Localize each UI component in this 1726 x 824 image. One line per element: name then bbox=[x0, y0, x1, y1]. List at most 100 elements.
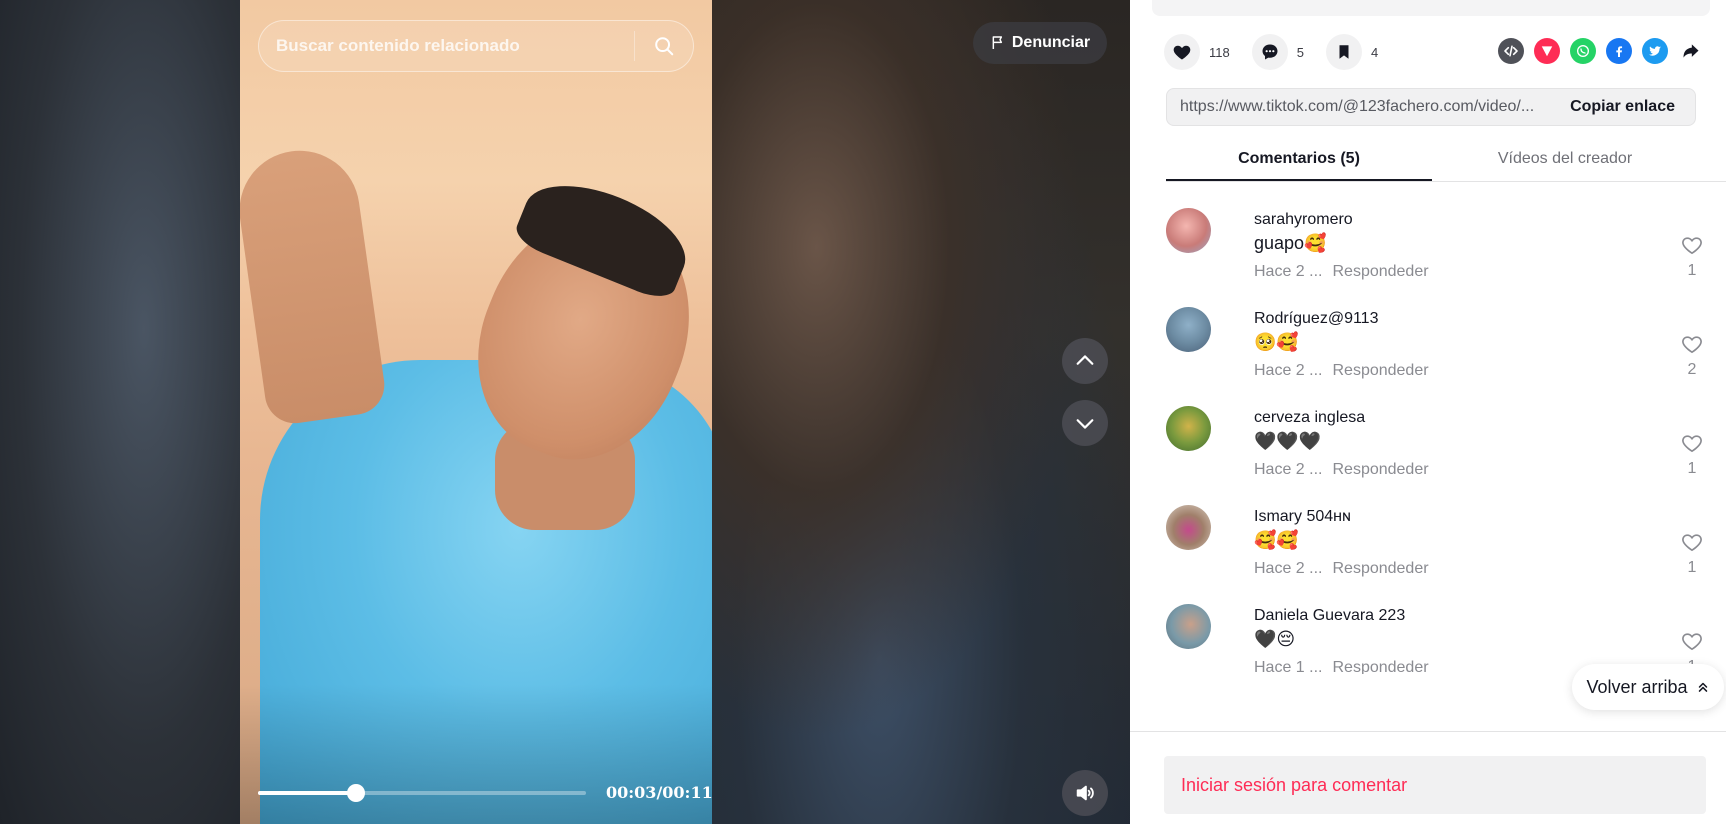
heart-outline-icon bbox=[1682, 633, 1702, 651]
comment-like-button[interactable]: 1 bbox=[1678, 235, 1706, 280]
search-input[interactable] bbox=[259, 21, 634, 71]
video-link-text[interactable]: https://www.tiktok.com/@123fachero.com/v… bbox=[1167, 98, 1554, 116]
video-stage: Denunciar 00:03/00:11 bbox=[0, 0, 1130, 824]
facebook-icon bbox=[1616, 46, 1623, 57]
time-readout: 00:03/00:11 bbox=[606, 783, 713, 802]
send-button[interactable] bbox=[1534, 38, 1560, 64]
whatsapp-button[interactable] bbox=[1570, 38, 1596, 64]
video-subject-arm bbox=[240, 142, 389, 428]
double-chevron-up-icon bbox=[1698, 682, 1707, 692]
comment-time: Hace 2 ... bbox=[1254, 560, 1323, 577]
tab-comments[interactable]: Comentarios (5) bbox=[1166, 140, 1432, 181]
comment-count: 5 bbox=[1296, 44, 1304, 60]
like-count: 118 bbox=[1209, 44, 1230, 60]
embed-icon bbox=[1504, 45, 1518, 57]
search-bar bbox=[258, 20, 694, 72]
report-button[interactable]: Denunciar bbox=[973, 22, 1107, 64]
like-button[interactable]: 118 bbox=[1164, 34, 1230, 70]
facebook-button[interactable] bbox=[1606, 38, 1632, 64]
comment-like-button[interactable]: 1 bbox=[1678, 433, 1706, 478]
report-label: Denunciar bbox=[1011, 34, 1091, 51]
previous-video-button[interactable] bbox=[1062, 338, 1108, 384]
comment-username[interactable]: cerveza inglesa bbox=[1254, 409, 1365, 427]
avatar[interactable] bbox=[1166, 406, 1211, 451]
comment-username[interactable]: Daniela Guevara 223 bbox=[1254, 607, 1405, 625]
twitter-button[interactable] bbox=[1642, 38, 1668, 64]
reply-button[interactable]: Respondeder bbox=[1332, 461, 1428, 478]
back-to-top-button[interactable]: Volver arriba bbox=[1572, 664, 1724, 710]
blurred-background-left bbox=[0, 0, 240, 824]
comment-text: 🥺🥰 bbox=[1254, 332, 1299, 352]
comment-meta: Hace 2 ... Respondeder bbox=[1254, 263, 1429, 281]
comment-item: sarahyromero guapo🥰 Hace 2 ... Respondede… bbox=[1166, 204, 1706, 303]
volume-icon bbox=[1076, 785, 1094, 801]
comment-username[interactable]: sarahyromero bbox=[1254, 211, 1353, 229]
reply-button[interactable]: Respondeder bbox=[1332, 362, 1428, 379]
embed-button[interactable] bbox=[1498, 38, 1524, 64]
share-arrow-icon bbox=[1683, 44, 1699, 58]
comment-button[interactable]: 5 bbox=[1251, 34, 1304, 70]
whatsapp-icon bbox=[1577, 45, 1589, 57]
panel-divider bbox=[1130, 731, 1726, 732]
comment-like-button[interactable]: 1 bbox=[1678, 532, 1706, 577]
search-button[interactable] bbox=[635, 21, 693, 71]
comment-time: Hace 2 ... bbox=[1254, 461, 1323, 478]
video-frame[interactable] bbox=[240, 0, 712, 824]
save-count: 4 bbox=[1370, 44, 1379, 60]
chevron-up-icon bbox=[1076, 355, 1094, 365]
send-icon bbox=[1541, 46, 1553, 57]
save-button[interactable]: 4 bbox=[1325, 34, 1379, 70]
save-circle bbox=[1325, 34, 1362, 70]
comment-meta: Hace 1 ... Respondeder bbox=[1254, 659, 1429, 674]
comment-circle bbox=[1251, 34, 1288, 70]
twitter-icon bbox=[1649, 46, 1661, 56]
comment-username[interactable]: Ismary 504ʜɴ bbox=[1254, 508, 1351, 526]
action-bar: 118 5 4 bbox=[1164, 34, 1704, 70]
comment-text: guapo🥰 bbox=[1254, 233, 1327, 253]
progress-bar[interactable] bbox=[258, 784, 586, 802]
avatar[interactable] bbox=[1166, 208, 1211, 253]
avatar[interactable] bbox=[1166, 505, 1211, 550]
comment-time: Hace 2 ... bbox=[1254, 263, 1323, 280]
comment-item: Ismary 504ʜɴ 🥰🥰 Hace 2 ... Respondeder 1 bbox=[1166, 501, 1706, 600]
comment-item: Rodríguez@9113 🥺🥰 Hace 2 ... Respondeder … bbox=[1166, 303, 1706, 402]
comment-time: Hace 1 ... bbox=[1254, 659, 1323, 674]
heart-outline-icon bbox=[1682, 435, 1702, 453]
tab-creator-videos[interactable]: Vídeos del creador bbox=[1432, 140, 1698, 181]
progress-fill bbox=[258, 791, 357, 795]
comment-like-count: 2 bbox=[1687, 361, 1697, 378]
comment-time: Hace 2 ... bbox=[1254, 362, 1323, 379]
avatar[interactable] bbox=[1166, 604, 1211, 649]
reply-button[interactable]: Respondeder bbox=[1332, 263, 1428, 280]
like-circle bbox=[1164, 34, 1200, 70]
avatar[interactable] bbox=[1166, 307, 1211, 352]
copy-link-button[interactable]: Copiar enlace bbox=[1554, 98, 1695, 116]
comment-list: sarahyromero guapo🥰 Hace 2 ... Respondede… bbox=[1166, 204, 1706, 674]
video-link-box: https://www.tiktok.com/@123fachero.com/v… bbox=[1166, 88, 1696, 126]
comment-meta: Hace 2 ... Respondeder bbox=[1254, 461, 1429, 479]
video-bottom-shade bbox=[240, 684, 712, 824]
heart-icon bbox=[1173, 45, 1191, 60]
share-icons bbox=[1498, 38, 1704, 64]
comment-like-count: 1 bbox=[1687, 262, 1697, 279]
comment-meta: Hace 2 ... Respondeder bbox=[1254, 560, 1429, 578]
comment-username[interactable]: Rodríguez@9113 bbox=[1254, 310, 1378, 328]
flag-icon bbox=[992, 36, 1002, 49]
bookmark-icon bbox=[1339, 45, 1349, 59]
description-card bbox=[1152, 0, 1710, 16]
back-to-top-label: Volver arriba bbox=[1586, 676, 1688, 697]
more-share-button[interactable] bbox=[1678, 38, 1704, 64]
reply-button[interactable]: Respondeder bbox=[1332, 659, 1428, 674]
next-video-button[interactable] bbox=[1062, 400, 1108, 446]
login-to-comment-button[interactable]: Iniciar sesión para comentar bbox=[1164, 756, 1706, 814]
reply-button[interactable]: Respondeder bbox=[1332, 560, 1428, 577]
search-icon bbox=[655, 37, 674, 56]
chevron-down-icon bbox=[1076, 419, 1094, 429]
comment-item: cerveza inglesa 🖤🖤🖤 Hace 2 ... Respondede… bbox=[1166, 402, 1706, 501]
heart-outline-icon bbox=[1682, 237, 1702, 255]
volume-button[interactable] bbox=[1062, 770, 1108, 816]
panel-tabs: Comentarios (5) Vídeos del creador bbox=[1166, 140, 1726, 182]
comment-text: 🖤😔 bbox=[1254, 629, 1296, 649]
heart-outline-icon bbox=[1682, 534, 1702, 552]
comment-like-button[interactable]: 2 bbox=[1678, 334, 1706, 379]
